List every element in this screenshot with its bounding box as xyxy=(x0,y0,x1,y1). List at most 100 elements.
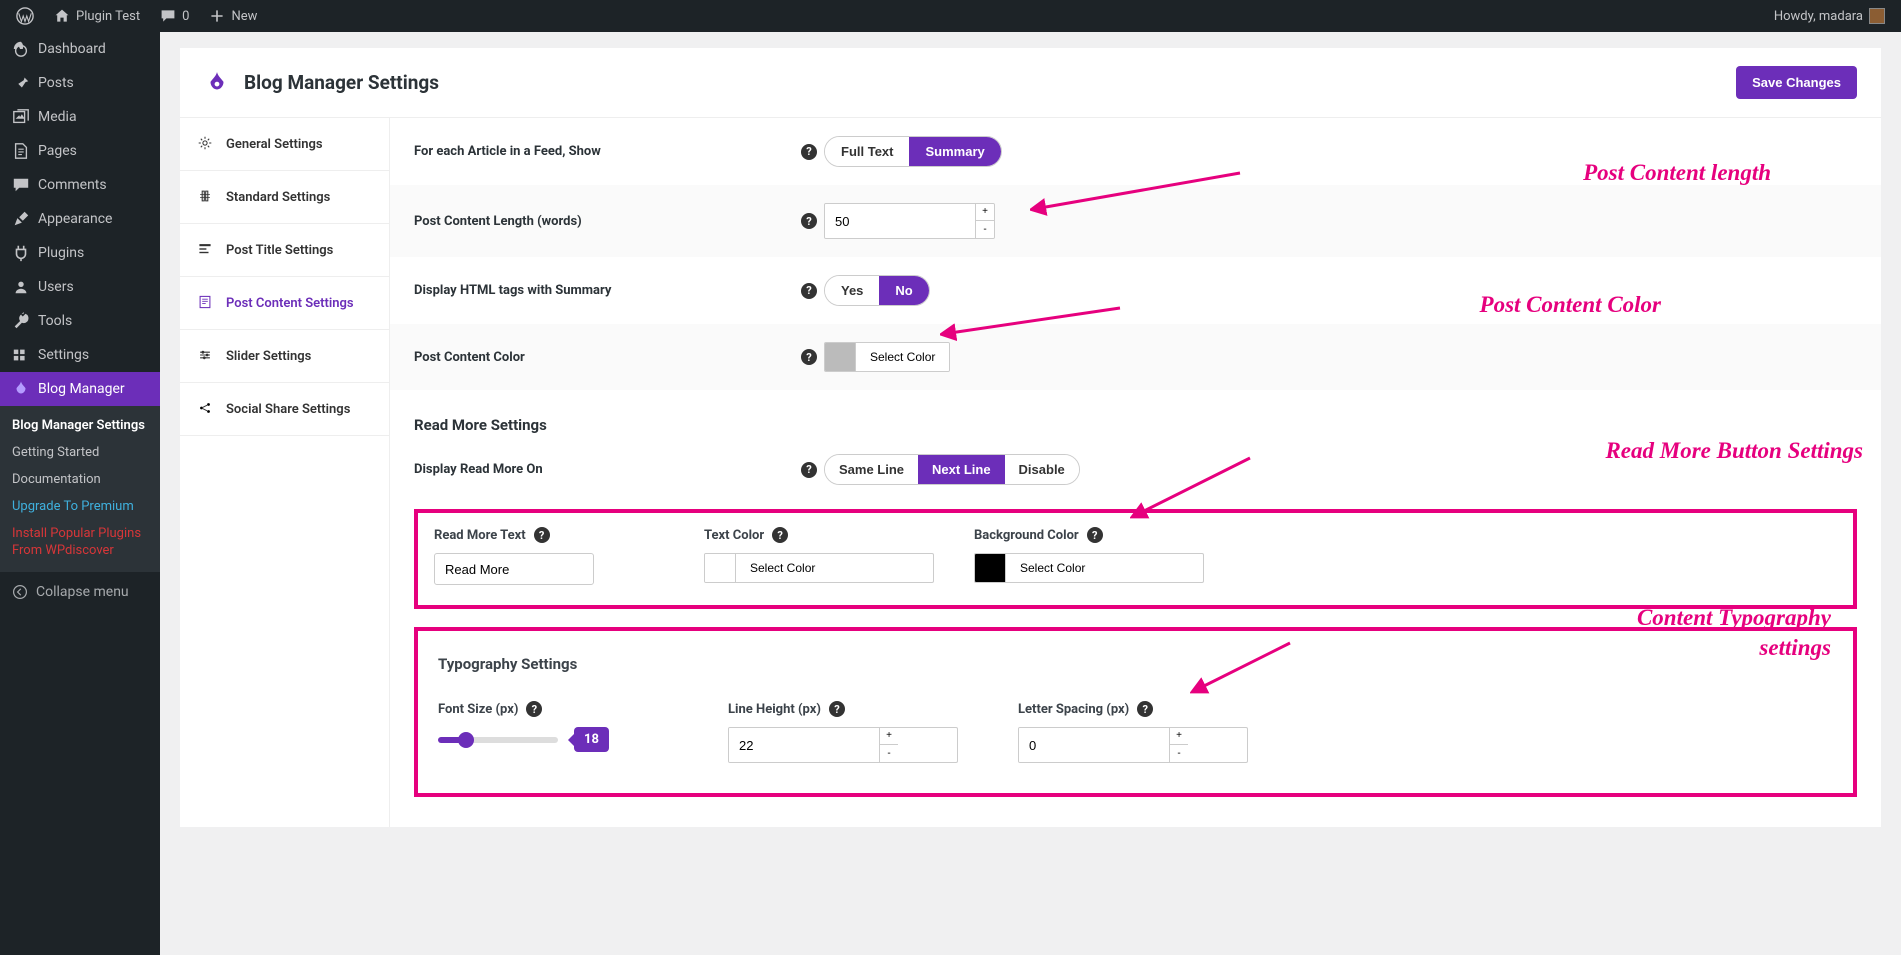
help-icon[interactable]: ? xyxy=(772,527,788,543)
post-content-settings-panel: For each Article in a Feed, Show ? Full … xyxy=(390,118,1881,827)
spin-down[interactable]: - xyxy=(976,221,994,238)
help-icon[interactable]: ? xyxy=(1137,701,1153,717)
menu-label: Posts xyxy=(38,75,74,91)
menu-item-appearance[interactable]: Appearance xyxy=(0,202,160,236)
settings-container: Blog Manager Settings Save Changes Gener… xyxy=(180,48,1881,827)
toggle-display-read-more: Same Line Next Line Disable xyxy=(824,454,1080,485)
settings-tabs: General Settings Standard Settings Post Ti… xyxy=(180,118,390,827)
menu-item-blog-manager[interactable]: Blog Manager xyxy=(0,372,160,406)
menu-item-plugins[interactable]: Plugins xyxy=(0,236,160,270)
label-content-color: Post Content Color xyxy=(414,350,794,365)
submenu-item[interactable]: Getting Started xyxy=(0,439,160,466)
swatch-black xyxy=(975,554,1005,582)
settings-header: Blog Manager Settings Save Changes xyxy=(180,48,1881,118)
opt-yes[interactable]: Yes xyxy=(825,276,879,305)
spin-down[interactable]: - xyxy=(880,745,898,762)
menu-label: Tools xyxy=(38,313,72,329)
help-icon[interactable]: ? xyxy=(801,349,817,365)
label-content-length: Post Content Length (words) xyxy=(414,214,794,229)
admin-bar: Plugin Test 0 New Howdy, madara xyxy=(0,0,1901,32)
menu-item-media[interactable]: Media xyxy=(0,100,160,134)
submenu-item[interactable]: Documentation xyxy=(0,466,160,493)
menu-item-comments[interactable]: Comments xyxy=(0,168,160,202)
menu-label: Media xyxy=(38,109,77,125)
submenu-item[interactable]: Upgrade To Premium xyxy=(0,493,160,520)
label-line-height: Line Height (px) xyxy=(728,702,821,717)
select-color-button[interactable]: Select Color xyxy=(735,554,829,582)
label-bg-color: Background Color xyxy=(974,528,1079,543)
tab-post-title-settings[interactable]: Post Title Settings xyxy=(180,224,389,277)
content-icon xyxy=(198,295,214,311)
help-icon[interactable]: ? xyxy=(1087,527,1103,543)
row-html-tags: Display HTML tags with Summary ? Yes No xyxy=(390,257,1881,324)
opt-next-line[interactable]: Next Line xyxy=(918,455,1005,484)
user-menu[interactable]: Howdy, madara xyxy=(1766,0,1893,32)
select-color-button[interactable]: Select Color xyxy=(1005,554,1099,582)
menu-item-posts[interactable]: Posts xyxy=(0,66,160,100)
new-link[interactable]: New xyxy=(201,0,265,32)
menu-item-pages[interactable]: Pages xyxy=(0,134,160,168)
blog-manager-logo-icon xyxy=(204,70,230,96)
line-height-input[interactable] xyxy=(729,728,879,762)
help-icon[interactable]: ? xyxy=(801,144,817,160)
wp-logo[interactable] xyxy=(8,0,42,32)
spin-up[interactable]: + xyxy=(976,204,994,221)
tab-standard-settings[interactable]: Standard Settings xyxy=(180,171,389,224)
read-more-text-input[interactable] xyxy=(434,553,594,585)
tab-label: General Settings xyxy=(226,137,323,152)
opt-no[interactable]: No xyxy=(879,276,928,305)
help-icon[interactable]: ? xyxy=(801,283,817,299)
menu-item-users[interactable]: Users xyxy=(0,270,160,304)
menu-item-dashboard[interactable]: Dashboard xyxy=(0,32,160,66)
site-name-link[interactable]: Plugin Test xyxy=(46,0,148,32)
row-feed-show: For each Article in a Feed, Show ? Full … xyxy=(390,118,1881,185)
tab-social-share-settings[interactable]: Social Share Settings xyxy=(180,383,389,436)
save-changes-button[interactable]: Save Changes xyxy=(1736,66,1857,99)
blog-manager-submenu: Blog Manager SettingsGetting StartedDocu… xyxy=(0,406,160,572)
font-size-slider[interactable] xyxy=(438,737,558,743)
tab-label: Slider Settings xyxy=(226,349,311,364)
heading-typography: Typography Settings xyxy=(438,655,1833,673)
spin-up[interactable]: + xyxy=(1170,728,1188,745)
menu-label: Plugins xyxy=(38,245,84,261)
tab-label: Post Content Settings xyxy=(226,296,354,311)
toggle-feed-show: Full Text Summary xyxy=(824,136,1002,167)
menu-label: Dashboard xyxy=(38,41,106,57)
tab-post-content-settings[interactable]: Post Content Settings xyxy=(180,277,389,330)
opt-same-line[interactable]: Same Line xyxy=(825,455,918,484)
opt-full-text[interactable]: Full Text xyxy=(825,137,909,166)
submenu-item[interactable]: Install Popular Plugins From WPdiscover xyxy=(0,520,160,566)
help-icon[interactable]: ? xyxy=(534,527,550,543)
letter-spacing-input[interactable] xyxy=(1019,728,1169,762)
typography-box: Typography Settings Font Size (px)? 18 L… xyxy=(414,627,1857,797)
tab-label: Post Title Settings xyxy=(226,243,333,258)
color-picker-content: Select Color xyxy=(824,342,950,372)
row-display-read-more: Display Read More On ? Same Line Next Li… xyxy=(390,446,1881,503)
help-icon[interactable]: ? xyxy=(801,213,817,229)
comments-link[interactable]: 0 xyxy=(152,0,197,32)
label-font-size: Font Size (px) xyxy=(438,702,518,717)
collapse-menu[interactable]: Collapse menu xyxy=(0,576,160,608)
select-color-button[interactable]: Select Color xyxy=(855,343,949,371)
spin-up[interactable]: + xyxy=(880,728,898,745)
slider-icon xyxy=(198,348,214,364)
opt-summary[interactable]: Summary xyxy=(909,137,1000,166)
share-icon xyxy=(198,401,214,417)
menu-item-tools[interactable]: Tools xyxy=(0,304,160,338)
admin-sidebar: Dashboard Posts Media PagesCommentsAppearan… xyxy=(0,32,160,955)
menu-item-settings[interactable]: Settings xyxy=(0,338,160,372)
opt-disable[interactable]: Disable xyxy=(1005,455,1079,484)
toggle-html-tags: Yes No xyxy=(824,275,930,306)
help-icon[interactable]: ? xyxy=(829,701,845,717)
tab-slider-settings[interactable]: Slider Settings xyxy=(180,330,389,383)
content-length-input[interactable] xyxy=(825,204,975,238)
site-name: Plugin Test xyxy=(76,9,140,24)
spin-down[interactable]: - xyxy=(1170,745,1188,762)
input-letter-spacing: +- xyxy=(1018,727,1248,763)
help-icon[interactable]: ? xyxy=(526,701,542,717)
collapse-label: Collapse menu xyxy=(36,584,129,600)
page-title: Blog Manager Settings xyxy=(244,71,439,94)
submenu-item[interactable]: Blog Manager Settings xyxy=(0,412,160,439)
tab-general-settings[interactable]: General Settings xyxy=(180,118,389,171)
help-icon[interactable]: ? xyxy=(801,462,817,478)
